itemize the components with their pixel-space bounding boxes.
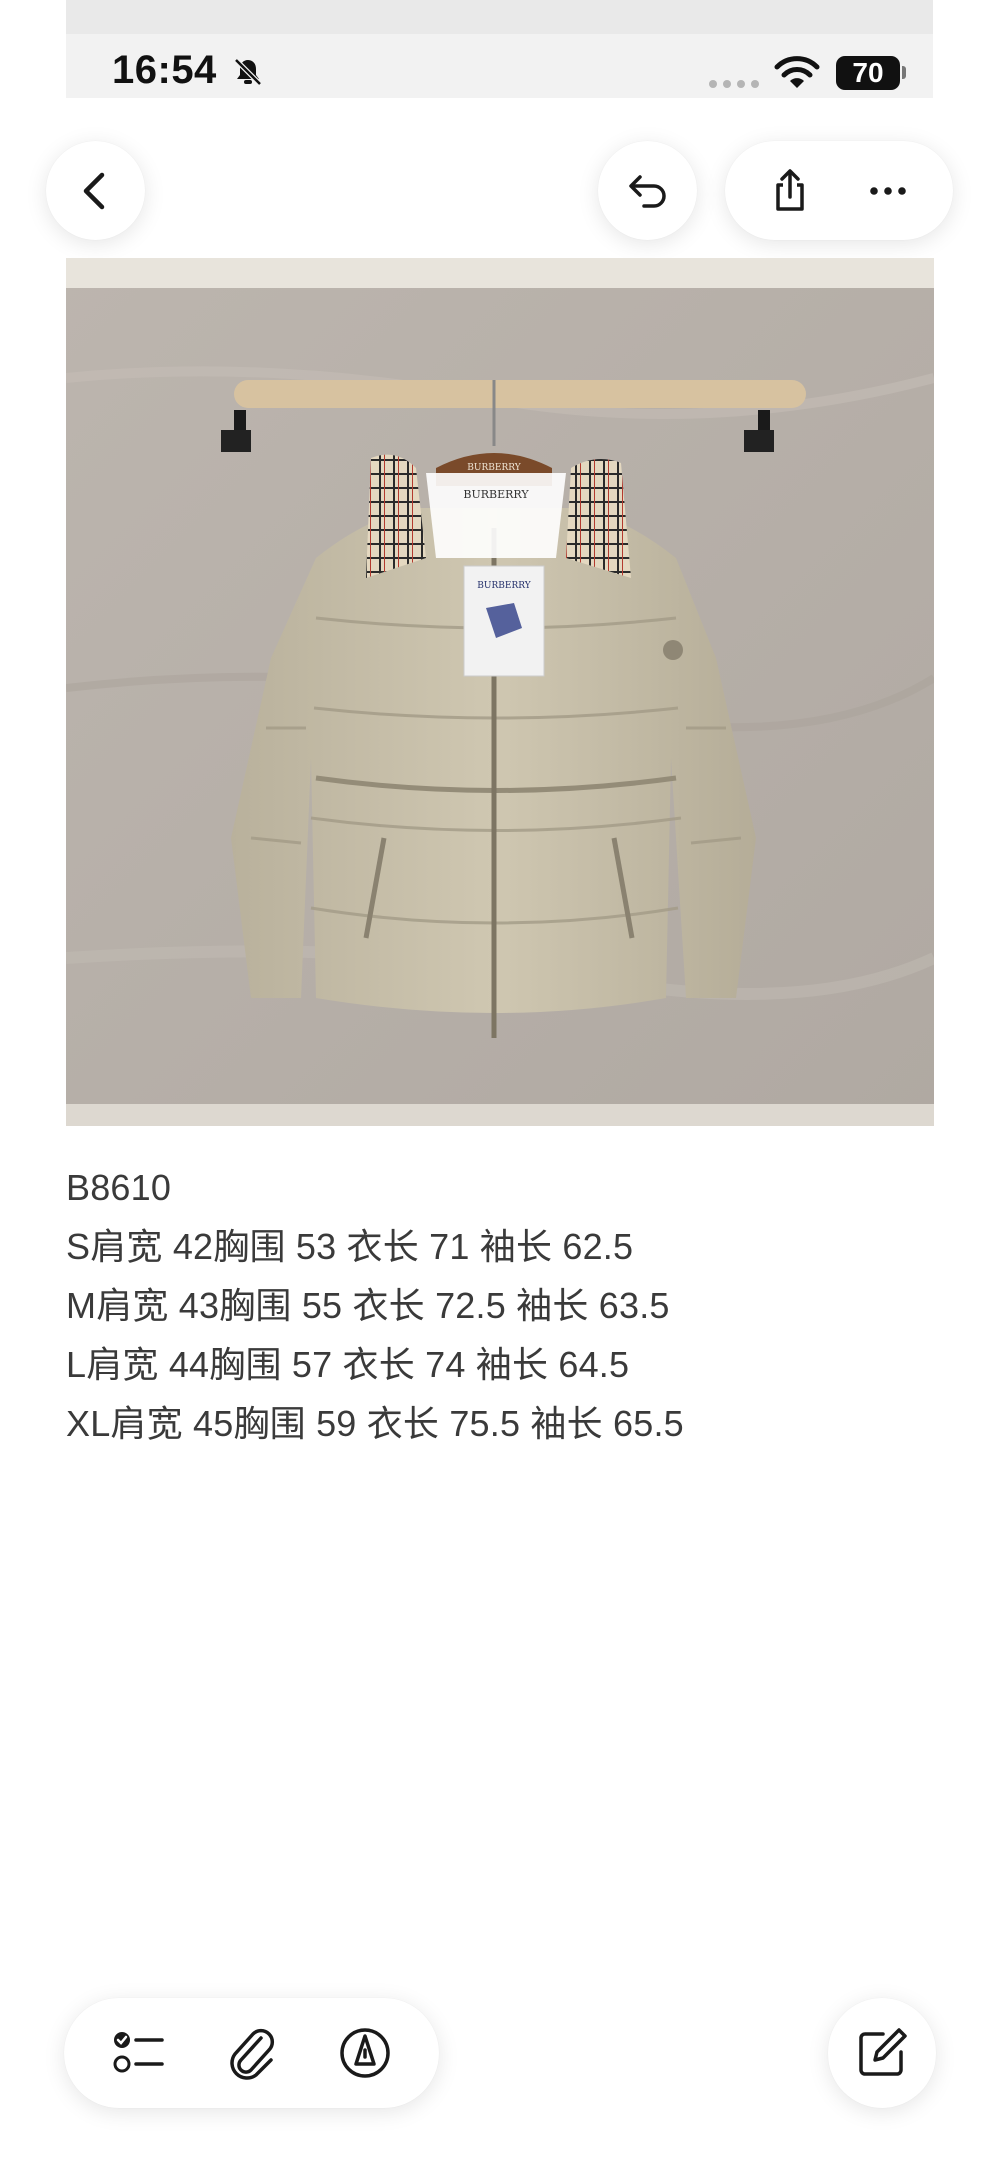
signal-dots-icon: [709, 80, 759, 88]
tag-label: BURBERRY: [477, 581, 531, 591]
compose-icon: [859, 2028, 907, 2076]
hanger-label: BURBERRY: [467, 463, 521, 473]
battery-icon: 70: [836, 56, 900, 90]
size-line-m: M肩宽 43胸围 55 衣长 72.5 袖长 63.5: [66, 1285, 670, 1326]
battery-tip: [902, 66, 906, 79]
ellipsis-icon[interactable]: [864, 167, 912, 215]
product-code: B8610: [66, 1167, 172, 1208]
undo-arrow-icon: [628, 174, 666, 208]
size-line-s: S肩宽 42胸围 53 衣长 71 袖长 62.5: [66, 1226, 634, 1267]
size-line-l: L肩宽 44胸围 57 衣长 74 袖长 64.5: [66, 1344, 630, 1385]
bell-slash-icon: [234, 58, 262, 86]
battery-level: 70: [852, 57, 884, 88]
notes-screen: 16:54 70 BURBERRY BURBERRY BURBERRY B861…: [0, 0, 1000, 2172]
compose-button[interactable]: [828, 1998, 936, 2108]
status-time: 16:54: [112, 48, 217, 92]
paperclip-icon[interactable]: [223, 2024, 281, 2082]
actions-pill: [725, 141, 953, 240]
undo-button[interactable]: [598, 141, 697, 240]
wifi-icon: [774, 56, 820, 88]
note-body[interactable]: B8610 S肩宽 42胸围 53 衣长 71 袖长 62.5 M肩宽 43胸围…: [66, 1158, 684, 1453]
chevron-left-icon: [83, 172, 104, 209]
inner-label: BURBERRY: [463, 488, 529, 501]
back-button[interactable]: [46, 141, 145, 240]
size-line-xl: XL肩宽 45胸围 59 衣长 75.5 袖长 65.5: [66, 1403, 684, 1444]
pen-markup-icon[interactable]: [336, 2024, 394, 2082]
share-icon[interactable]: [766, 167, 814, 215]
checklist-icon[interactable]: [110, 2024, 168, 2082]
note-toolbar: [64, 1998, 439, 2108]
jacket-photo[interactable]: BURBERRY BURBERRY BURBERRY: [66, 258, 934, 1126]
